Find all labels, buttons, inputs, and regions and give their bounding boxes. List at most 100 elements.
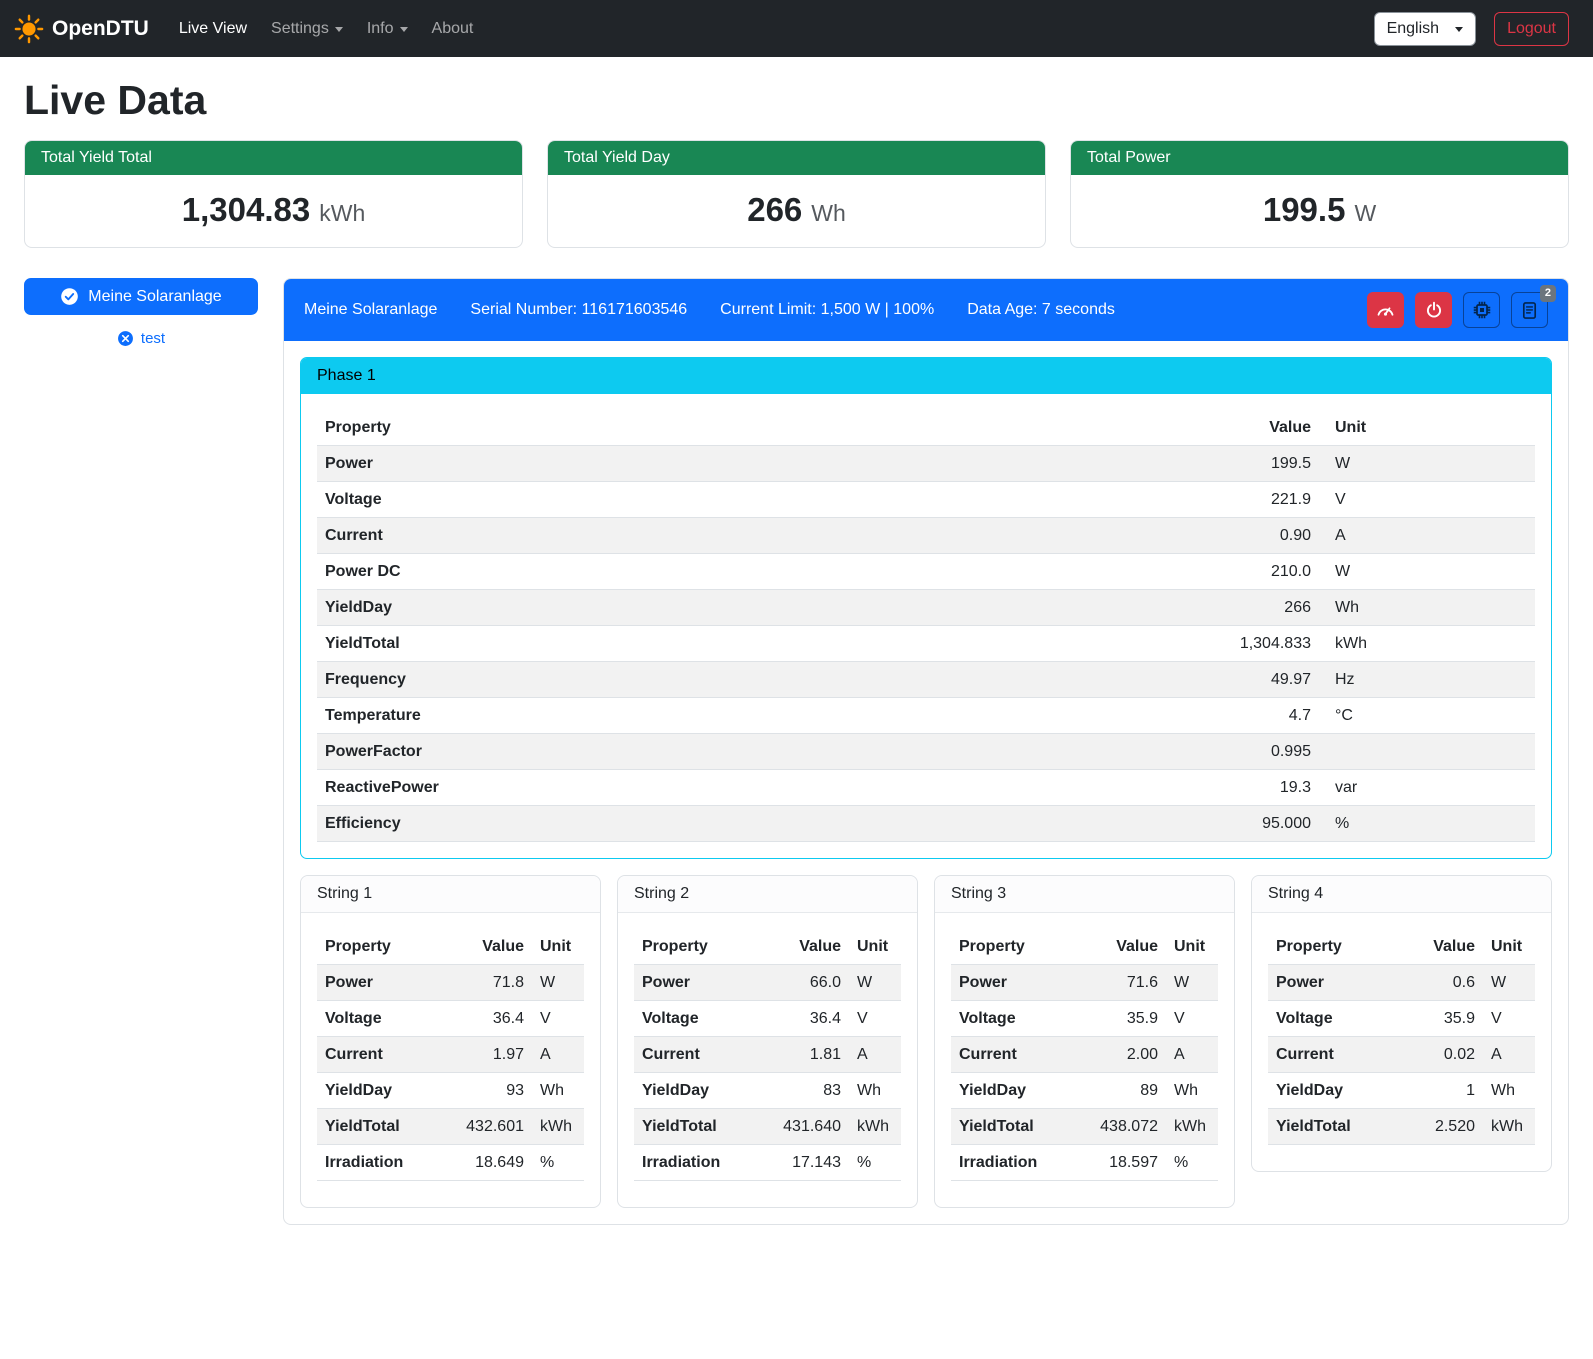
value-cell: 83 [759,1073,849,1109]
total-power-card: Total Power 199.5W [1070,140,1569,248]
nav-about[interactable]: About [424,12,482,46]
value-cell: 199.5 [1169,446,1319,482]
property-cell: YieldTotal [1268,1109,1393,1145]
value-cell: 1.97 [442,1037,532,1073]
table-header-row: PropertyValueUnit [951,929,1218,965]
event-count-badge: 2 [1540,285,1556,302]
unit-cell: var [1319,770,1535,806]
table-row: Power71.8W [317,965,584,1001]
property-cell: Voltage [317,1001,442,1037]
inverter-sidebar: Meine Solaranlage test [24,278,258,347]
property-cell: YieldTotal [317,626,1169,662]
table-row: Voltage35.9V [951,1001,1218,1037]
property-cell: Current [1268,1037,1393,1073]
value-cell: 66.0 [759,965,849,1001]
unit-cell: W [1319,554,1535,590]
total-power-unit: W [1354,200,1376,226]
string-card-body: PropertyValueUnitPower66.0WVoltage36.4VC… [618,913,917,1207]
inverter-actions: 2 [1367,292,1548,328]
page-title: Live Data [24,77,1569,124]
unit-cell: A [849,1037,901,1073]
value-cell: 432.601 [442,1109,532,1145]
property-cell: Irradiation [634,1145,759,1181]
inverter-name: Meine Solaranlage [304,301,437,319]
language-select[interactable]: English [1374,12,1476,46]
table-row: Irradiation17.143% [634,1145,901,1181]
property-cell: Temperature [317,698,1169,734]
value-cell: 210.0 [1169,554,1319,590]
value-cell: 4.7 [1169,698,1319,734]
cpu-icon [1472,300,1492,320]
limit-gauge-button[interactable] [1367,292,1404,328]
logout-button[interactable]: Logout [1494,12,1569,46]
nav-info[interactable]: Info [359,12,416,46]
data-table: PropertyValueUnitPower71.8WVoltage36.4VC… [317,929,584,1181]
inverter-serial: Serial Number: 116171603546 [470,301,687,319]
brand[interactable]: OpenDTU [14,14,149,44]
table-row: Power71.6W [951,965,1218,1001]
total-yield-total-unit: kWh [319,200,365,226]
table-row: YieldTotal432.601kWh [317,1109,584,1145]
inverter-limit: Current Limit: 1,500 W | 100% [720,301,934,319]
nav-about-label: About [432,20,474,38]
unit-cell: W [849,965,901,1001]
value-cell: 95.000 [1169,806,1319,842]
value-cell: 2.520 [1393,1109,1483,1145]
property-cell: Power [317,965,442,1001]
table-row: Power199.5W [317,446,1535,482]
unit-cell: A [1483,1037,1535,1073]
unit-cell: A [1319,518,1535,554]
column-header: Value [1076,929,1166,965]
unit-cell: Wh [1166,1073,1218,1109]
table-row: Current1.97A [317,1037,584,1073]
inverter-panel-header: Meine Solaranlage Serial Number: 1161716… [284,279,1568,341]
sidebar-item-test[interactable]: test [24,330,258,347]
string-card-body: PropertyValueUnitPower71.6WVoltage35.9VC… [935,913,1234,1207]
column-header: Unit [849,929,901,965]
inverter-data-age: Data Age: 7 seconds [967,301,1115,319]
value-cell: 266 [1169,590,1319,626]
event-log-button[interactable]: 2 [1511,292,1548,328]
property-cell: Irradiation [951,1145,1076,1181]
unit-cell: °C [1319,698,1535,734]
unit-cell: V [532,1001,584,1037]
page-content: Live Data Total Yield Total 1,304.83kWh … [0,77,1593,1245]
table-header-row: PropertyValueUnit [1268,929,1535,965]
total-yield-total-card: Total Yield Total 1,304.83kWh [24,140,523,248]
nav-settings[interactable]: Settings [263,12,351,46]
nav-info-label: Info [367,20,394,38]
power-button[interactable] [1415,292,1452,328]
value-cell: 0.6 [1393,965,1483,1001]
data-table: PropertyValueUnitPower199.5WVoltage221.9… [317,410,1535,842]
value-cell: 19.3 [1169,770,1319,806]
speedometer-icon [1376,301,1395,320]
value-cell: 1,304.833 [1169,626,1319,662]
unit-cell: % [532,1145,584,1181]
unit-cell: A [1166,1037,1218,1073]
data-table: PropertyValueUnitPower71.6WVoltage35.9VC… [951,929,1218,1181]
total-yield-day-unit: Wh [811,200,846,226]
string-card: String 2PropertyValueUnitPower66.0WVolta… [617,875,918,1208]
string-card-body: PropertyValueUnitPower0.6WVoltage35.9VCu… [1252,913,1551,1171]
nav-live-view[interactable]: Live View [171,12,255,46]
device-info-button[interactable] [1463,292,1500,328]
x-circle-icon [117,330,134,347]
value-cell: 0.90 [1169,518,1319,554]
property-cell: Power [634,965,759,1001]
value-cell: 438.072 [1076,1109,1166,1145]
table-header-row: PropertyValueUnit [634,929,901,965]
property-cell: Current [634,1037,759,1073]
string-card-title: String 2 [618,876,917,913]
inverter-panel: Meine Solaranlage Serial Number: 1161716… [283,278,1569,1225]
table-row: Irradiation18.649% [317,1145,584,1181]
column-header: Unit [1483,929,1535,965]
column-header: Value [1169,410,1319,446]
value-cell: 0.995 [1169,734,1319,770]
table-row: YieldTotal431.640kWh [634,1109,901,1145]
sidebar-item-meine-solaranlage[interactable]: Meine Solaranlage [24,278,258,315]
column-header: Unit [1166,929,1218,965]
value-cell: 0.02 [1393,1037,1483,1073]
language-value: English [1387,20,1439,38]
unit-cell: W [1166,965,1218,1001]
table-row: Voltage36.4V [317,1001,584,1037]
